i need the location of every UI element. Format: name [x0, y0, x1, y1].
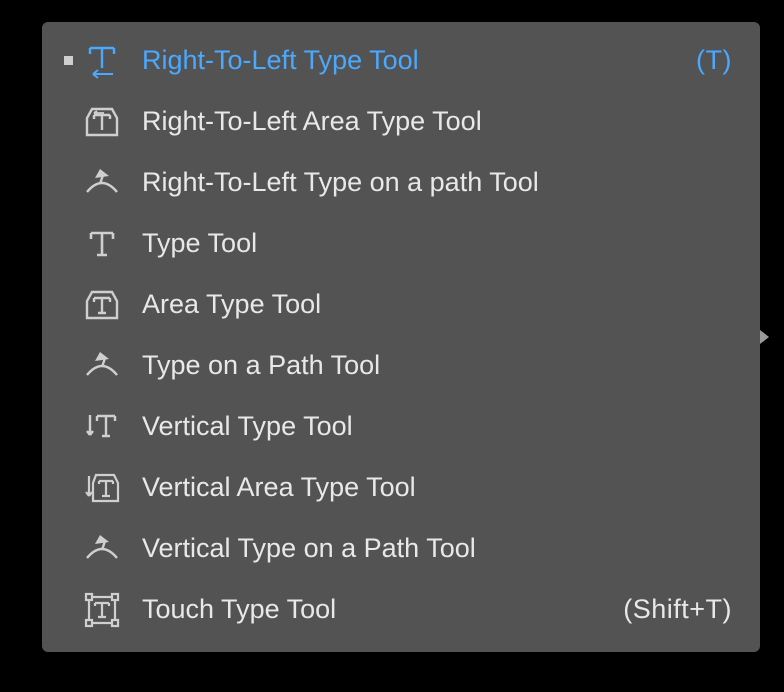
chevron-right-icon [760, 330, 769, 344]
tool-item-area-type[interactable]: Area Type Tool [42, 274, 760, 335]
path-type-icon [80, 344, 124, 388]
tool-label: Type on a Path Tool [142, 350, 380, 381]
tool-item-rtl-area-type[interactable]: Right-To-Left Area Type Tool [42, 91, 760, 152]
tool-item-path-type[interactable]: Type on a Path Tool [42, 335, 760, 396]
tool-item-rtl-path-type[interactable]: Right-To-Left Type on a path Tool [42, 152, 760, 213]
touch-type-icon [80, 588, 124, 632]
rtl-type-icon [80, 39, 124, 83]
type-tool-list: Right-To-Left Type Tool (T) Right-To-Lef… [42, 22, 760, 652]
tool-label: Vertical Type on a Path Tool [142, 533, 476, 564]
tool-item-vertical-path-type[interactable]: Vertical Type on a Path Tool [42, 518, 760, 579]
vertical-type-icon [80, 405, 124, 449]
rtl-area-type-icon [80, 100, 124, 144]
type-tool-flyout[interactable]: Right-To-Left Type Tool (T) Right-To-Lef… [42, 22, 760, 652]
tool-item-type[interactable]: Type Tool [42, 213, 760, 274]
tool-label: Right-To-Left Type on a path Tool [142, 167, 539, 198]
tool-item-touch-type[interactable]: Touch Type Tool (Shift+T) [42, 579, 760, 640]
vertical-path-type-icon [80, 527, 124, 571]
tool-shortcut: (T) [696, 45, 732, 76]
vertical-area-type-icon [80, 466, 124, 510]
tool-label: Vertical Area Type Tool [142, 472, 416, 503]
tool-label: Type Tool [142, 228, 257, 259]
tool-label: Right-To-Left Area Type Tool [142, 106, 482, 137]
tool-item-vertical-area-type[interactable]: Vertical Area Type Tool [42, 457, 760, 518]
tool-label: Vertical Type Tool [142, 411, 353, 442]
tool-item-vertical-type[interactable]: Vertical Type Tool [42, 396, 760, 457]
tool-label: Right-To-Left Type Tool [142, 45, 419, 76]
tool-item-rtl-type[interactable]: Right-To-Left Type Tool (T) [42, 30, 760, 91]
rtl-path-type-icon [80, 161, 124, 205]
tool-label: Touch Type Tool [142, 594, 336, 625]
selected-bullet [56, 56, 80, 65]
tool-shortcut: (Shift+T) [623, 594, 732, 625]
tool-label: Area Type Tool [142, 289, 321, 320]
area-type-icon [80, 283, 124, 327]
type-icon [80, 222, 124, 266]
